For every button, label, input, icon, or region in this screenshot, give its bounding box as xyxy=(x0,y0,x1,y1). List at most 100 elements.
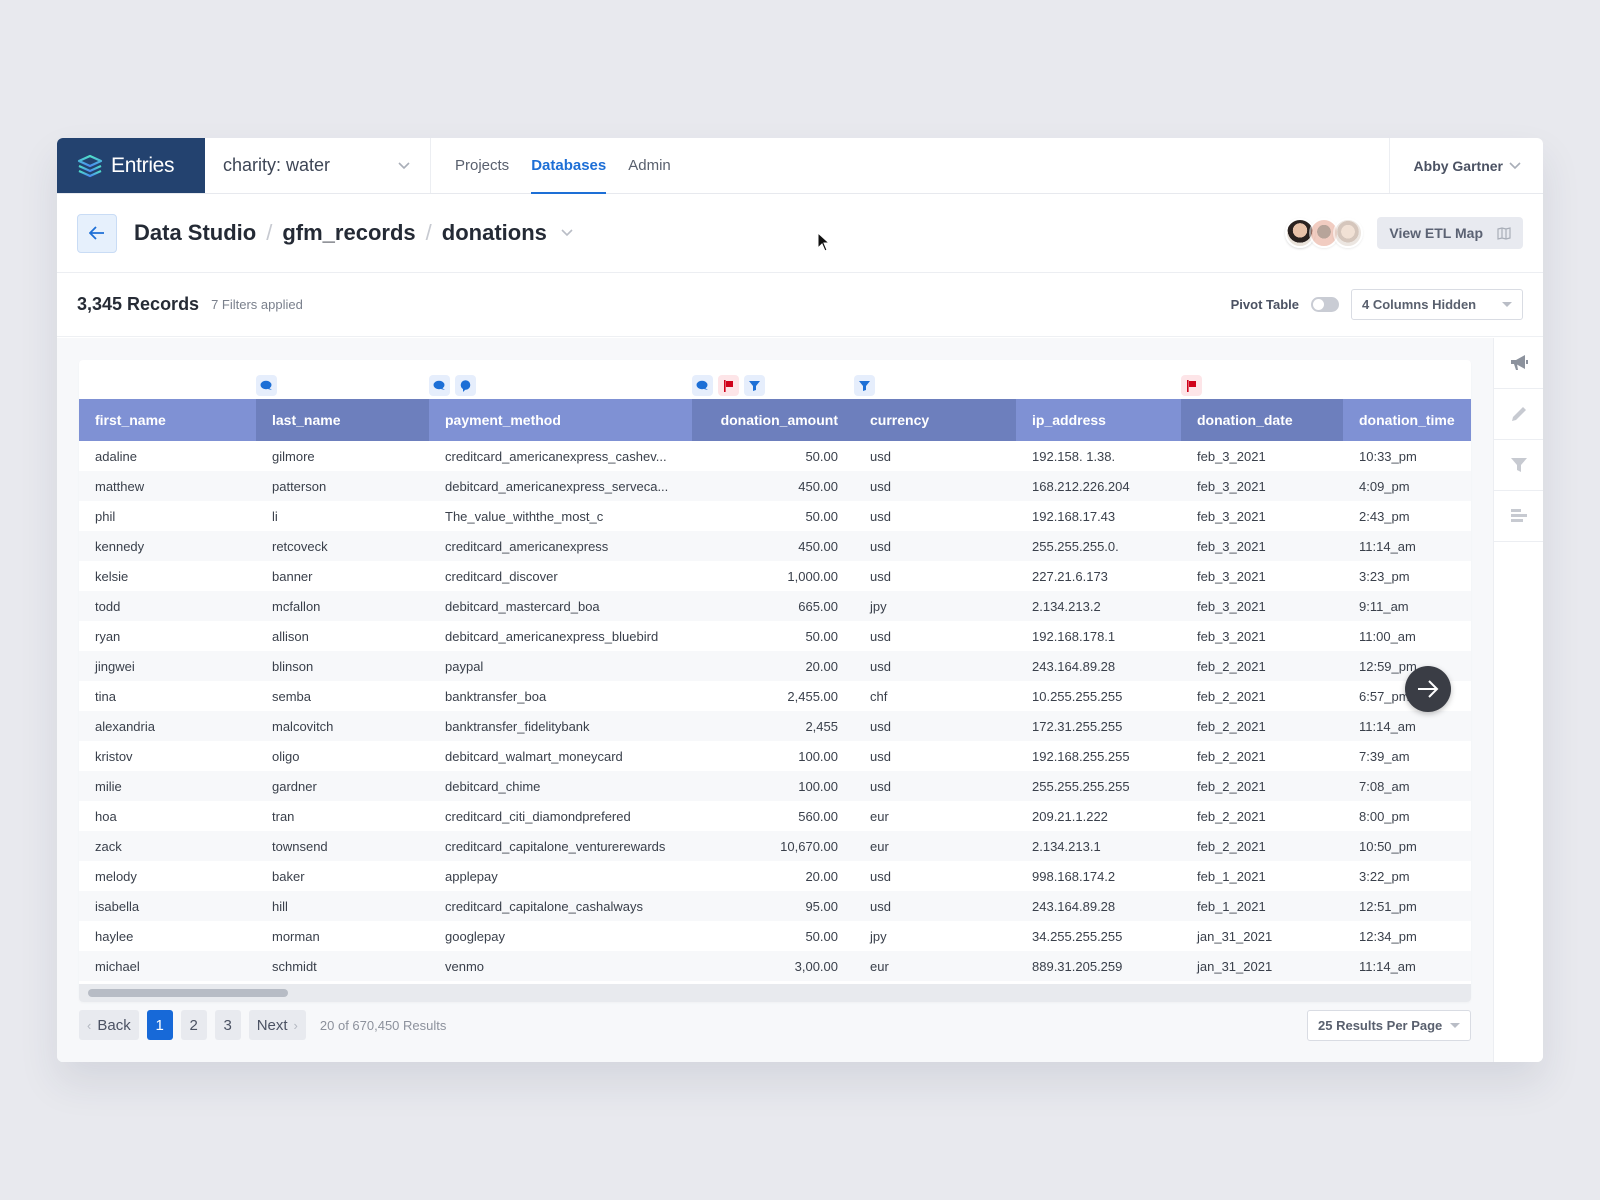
cell-payment-method[interactable]: debitcard_americanexpress_serveca... xyxy=(429,471,692,501)
column-header-donation-amount[interactable]: donation_amount xyxy=(692,399,854,441)
cell-donation-time[interactable]: 11:14_am xyxy=(1343,711,1471,741)
tab-databases[interactable]: Databases xyxy=(531,138,607,194)
cell-payment-method[interactable]: googlepay xyxy=(429,921,692,951)
cell-payment-method[interactable]: venmo xyxy=(429,951,692,981)
cell-currency[interactable]: jpy xyxy=(854,591,1016,621)
align-button[interactable] xyxy=(1494,491,1543,542)
cell-payment-method[interactable]: creditcard_capitalone_cashalways xyxy=(429,891,692,921)
comment-icon[interactable] xyxy=(256,375,277,396)
pivot-table-toggle[interactable] xyxy=(1311,297,1339,312)
chevron-down-icon[interactable] xyxy=(561,229,573,237)
cell-donation-time[interactable]: 9:11_am xyxy=(1343,591,1471,621)
cell-donation-date[interactable]: feb_2_2021 xyxy=(1181,741,1343,771)
cell-payment-method[interactable]: debitcard_walmart_moneycard xyxy=(429,741,692,771)
breadcrumb-item-data-studio[interactable]: Data Studio xyxy=(134,220,256,246)
comment-icon[interactable] xyxy=(692,375,713,396)
cell-payment-method[interactable]: banktransfer_boa xyxy=(429,681,692,711)
cell-donation-time[interactable]: 10:33_pm xyxy=(1343,441,1471,471)
cell-ip-address[interactable]: 227.21.6.173 xyxy=(1016,561,1181,591)
cell-payment-method[interactable]: debitcard_chime xyxy=(429,771,692,801)
cell-currency[interactable]: usd xyxy=(854,561,1016,591)
flag-icon[interactable] xyxy=(718,375,739,396)
cell-donation-date[interactable]: feb_1_2021 xyxy=(1181,891,1343,921)
cell-ip-address[interactable]: 209.21.1.222 xyxy=(1016,801,1181,831)
table-row[interactable]: milie gardner debitcard_chime 100.00 usd 255.… xyxy=(79,771,1471,801)
table-row[interactable]: haylee morman googlepay 50.00 jpy 34.255.255.… xyxy=(79,921,1471,951)
table-row[interactable]: isabella hill creditcard_capitalone_cashal… xyxy=(79,891,1471,921)
cell-donation-date[interactable]: jan_31_2021 xyxy=(1181,951,1343,981)
table-row[interactable]: michael schmidt venmo 3,00.00 eur 889.31.205.… xyxy=(79,951,1471,981)
cell-donation-amount[interactable]: 10,670.00 xyxy=(692,831,854,861)
cell-ip-address[interactable]: 192.168.178.1 xyxy=(1016,621,1181,651)
filters-applied[interactable]: 7 Filters applied xyxy=(211,297,303,312)
breadcrumb-item-gfm-records[interactable]: gfm_records xyxy=(282,220,415,246)
cell-currency[interactable]: usd xyxy=(854,531,1016,561)
cell-donation-amount[interactable]: 100.00 xyxy=(692,771,854,801)
cell-ip-address[interactable]: 255.255.255.255 xyxy=(1016,771,1181,801)
page-3-button[interactable]: 3 xyxy=(214,1010,241,1040)
edit-button[interactable] xyxy=(1494,389,1543,440)
column-header-last-name[interactable]: last_name xyxy=(256,399,429,441)
cell-last-name[interactable]: townsend xyxy=(256,831,429,861)
cell-ip-address[interactable]: 998.168.174.2 xyxy=(1016,861,1181,891)
cell-payment-method[interactable]: creditcard_discover xyxy=(429,561,692,591)
cell-donation-date[interactable]: feb_2_2021 xyxy=(1181,681,1343,711)
cell-donation-date[interactable]: jan_31_2021 xyxy=(1181,921,1343,951)
cell-first-name[interactable]: todd xyxy=(79,591,256,621)
tab-projects[interactable]: Projects xyxy=(455,138,509,193)
chat-icon[interactable] xyxy=(455,375,476,396)
cell-first-name[interactable]: kristov xyxy=(79,741,256,771)
cell-currency[interactable]: usd xyxy=(854,891,1016,921)
cell-last-name[interactable]: malcovitch xyxy=(256,711,429,741)
cell-last-name[interactable]: blinson xyxy=(256,651,429,681)
cell-last-name[interactable]: banner xyxy=(256,561,429,591)
cell-last-name[interactable]: oligo xyxy=(256,741,429,771)
cell-ip-address[interactable]: 243.164.89.28 xyxy=(1016,651,1181,681)
cell-first-name[interactable]: melody xyxy=(79,861,256,891)
cell-payment-method[interactable]: applepay xyxy=(429,861,692,891)
cell-donation-date[interactable]: feb_2_2021 xyxy=(1181,831,1343,861)
cell-donation-amount[interactable]: 1,000.00 xyxy=(692,561,854,591)
cell-donation-time[interactable]: 4:09_pm xyxy=(1343,471,1471,501)
table-row[interactable]: melody baker applepay 20.00 usd 998.168.174.2… xyxy=(79,861,1471,891)
back-page-button[interactable]: ‹ Back xyxy=(79,1010,139,1040)
cell-donation-amount[interactable]: 2,455.00 xyxy=(692,681,854,711)
cell-first-name[interactable]: hoa xyxy=(79,801,256,831)
cell-donation-amount[interactable]: 20.00 xyxy=(692,651,854,681)
cell-currency[interactable]: usd xyxy=(854,501,1016,531)
cell-donation-time[interactable]: 12:59_pm xyxy=(1343,651,1471,681)
cell-ip-address[interactable]: 192.168.255.255 xyxy=(1016,741,1181,771)
cell-first-name[interactable]: adaline xyxy=(79,441,256,471)
cell-donation-time[interactable]: 8:00_pm xyxy=(1343,801,1471,831)
cell-currency[interactable]: usd xyxy=(854,741,1016,771)
cell-ip-address[interactable]: 10.255.255.255 xyxy=(1016,681,1181,711)
cell-currency[interactable]: eur xyxy=(854,831,1016,861)
cell-donation-amount[interactable]: 20.00 xyxy=(692,861,854,891)
cell-donation-date[interactable]: feb_2_2021 xyxy=(1181,801,1343,831)
filter-icon[interactable] xyxy=(854,375,875,396)
table-row[interactable]: tina semba banktransfer_boa 2,455.00 chf 10.2… xyxy=(79,681,1471,711)
cell-donation-time[interactable]: 11:14_am xyxy=(1343,531,1471,561)
cell-first-name[interactable]: alexandria xyxy=(79,711,256,741)
column-header-ip-address[interactable]: ip_address xyxy=(1016,399,1181,441)
cell-ip-address[interactable]: 243.164.89.28 xyxy=(1016,891,1181,921)
cell-donation-amount[interactable]: 450.00 xyxy=(692,531,854,561)
cell-last-name[interactable]: schmidt xyxy=(256,951,429,981)
cell-first-name[interactable]: michael xyxy=(79,951,256,981)
cell-donation-amount[interactable]: 665.00 xyxy=(692,591,854,621)
cell-currency[interactable]: chf xyxy=(854,681,1016,711)
cell-currency[interactable]: usd xyxy=(854,621,1016,651)
cell-currency[interactable]: usd xyxy=(854,861,1016,891)
back-button[interactable] xyxy=(77,213,117,253)
cell-last-name[interactable]: mcfallon xyxy=(256,591,429,621)
cell-currency[interactable]: usd xyxy=(854,441,1016,471)
cell-donation-date[interactable]: feb_2_2021 xyxy=(1181,771,1343,801)
cell-donation-amount[interactable]: 50.00 xyxy=(692,441,854,471)
cell-payment-method[interactable]: debitcard_americanexpress_bluebird xyxy=(429,621,692,651)
cell-last-name[interactable]: patterson xyxy=(256,471,429,501)
columns-hidden-select[interactable]: 4 Columns Hidden xyxy=(1351,289,1523,320)
column-header-payment-method[interactable]: payment_method xyxy=(429,399,692,441)
cell-donation-date[interactable]: feb_2_2021 xyxy=(1181,711,1343,741)
cell-currency[interactable]: eur xyxy=(854,951,1016,981)
comment-icon[interactable] xyxy=(429,375,450,396)
